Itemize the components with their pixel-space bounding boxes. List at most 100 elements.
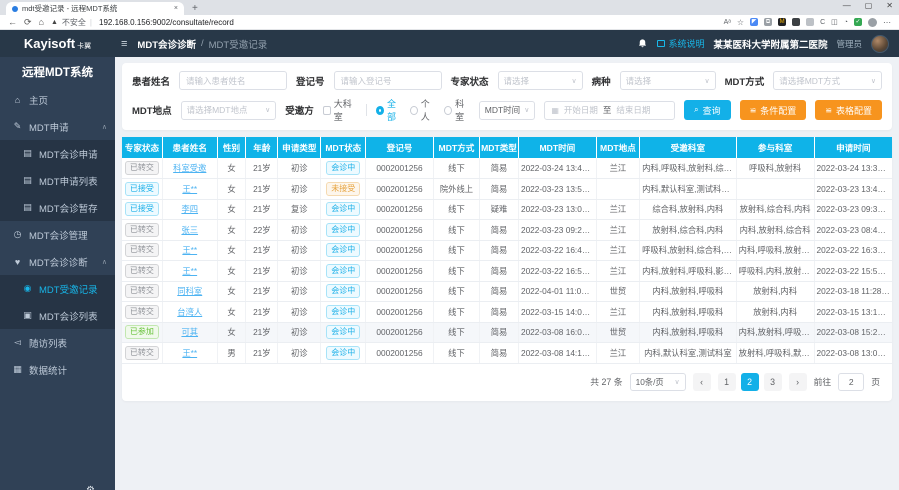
patient-name-link[interactable]: 同科室 [177,286,202,296]
browser-tab[interactable]: mdt受邀记录 - 远程MDT系统 × [6,2,184,15]
search-button[interactable]: ⌕查询 [684,100,731,120]
cell-reg-no: 0002001256 [366,302,434,323]
cell-expert-status: 已转交 [122,261,162,282]
cell-reg-no: 0002001256 [366,240,434,261]
cell-age: 21岁 [246,179,278,200]
patient-name-link[interactable]: 可其 [181,327,198,337]
sidebar-item[interactable]: ▣MDT会诊列表 [0,302,115,329]
bell-icon[interactable] [637,38,648,49]
reg-no-input[interactable] [334,71,442,90]
mdt-method-select[interactable]: 请选择MDT方式∨ [773,71,882,90]
cell-patient-name: 科室受邀 [162,158,217,179]
cell-gender: 女 [217,179,246,200]
sidebar-item[interactable]: ◅随访列表 [0,329,115,356]
security-badge[interactable]: ▲ 不安全 | [51,17,92,28]
cell-mdt-method: 线下 [433,158,479,179]
big-dept-checkbox[interactable]: 大科室 [323,97,357,123]
invitee-radio-group: 全部个人科室 [376,97,470,123]
cell-mdt-status: 会诊中 [321,302,366,323]
mdt-location-select[interactable]: 请选择MDT地点∨ [181,101,277,120]
cell-participating-depts: 呼吸科,放射科 [736,158,814,179]
next-page-button[interactable]: › [789,373,807,391]
table-config-button[interactable]: ≌表格配置 [815,100,882,120]
patient-name-input[interactable] [179,71,287,90]
tab-close-icon[interactable]: × [174,5,178,12]
close-button[interactable]: ✕ [886,1,893,10]
text-size-icon[interactable]: Aᵃ [724,19,731,26]
cell-patient-name: 王** [162,179,217,200]
refresh-icon[interactable]: C [820,19,825,26]
date-range-picker[interactable]: ▦ 开始日期 至 结束日期 [544,101,675,120]
sidebar-item[interactable]: ▤MDT会诊申请 [0,140,115,167]
browser-profile-avatar[interactable] [868,18,877,27]
user-role[interactable]: 管理员 [836,38,862,50]
sidebar-collapse-icon[interactable]: ≡ [121,38,127,50]
url-text[interactable]: 192.168.0.156:9002/consultate/record [99,18,717,27]
patient-name-link[interactable]: 王** [182,266,197,276]
patient-name-link[interactable]: 李四 [181,204,198,214]
cell-apply-type: 初诊 [278,220,321,241]
cell-expert-status: 已接受 [122,179,162,200]
split-screen-icon[interactable]: ◫ [831,18,838,26]
expert-status-select[interactable]: 请选择∨ [498,71,583,90]
time-type-select[interactable]: MDT时间∨ [479,101,536,120]
patient-name-link[interactable]: 台湾人 [177,307,202,317]
doc-icon: ▤ [22,148,33,159]
extension-icon-3[interactable]: M [778,18,786,26]
maximize-button[interactable]: ▢ [865,1,873,10]
sidebar-item[interactable]: ✎MDT申请∧ [0,113,115,140]
page-button-3[interactable]: 3 [764,373,782,391]
reload-icon[interactable]: ⟳ [24,17,32,28]
cell-mdt-method: 线下 [433,261,479,282]
column-header: 年龄 [246,137,278,158]
cell-mdt-type: 简易 [480,158,519,179]
sidebar-item[interactable]: ⌂主页 [0,86,115,113]
user-avatar[interactable] [871,35,889,53]
table-row: 已转交同科室女21岁初诊会诊中0002001256线下简易2022-04-01 … [122,281,892,302]
patient-name-link[interactable]: 张三 [181,225,198,235]
sidebar-item-label: MDT会诊诊断 [29,255,88,269]
column-header: MDT时间 [518,137,596,158]
extension-icon-4[interactable] [792,18,800,26]
warning-triangle-icon: ▲ [51,19,58,26]
system-help-link[interactable]: 系统说明 [657,37,704,50]
invitee-radio-全部[interactable]: 全部 [376,97,401,123]
goto-page-input[interactable] [838,373,864,391]
sidebar-item[interactable]: ◉MDT受邀记录 [0,275,115,302]
condition-config-button[interactable]: ≌条件配置 [740,100,807,120]
table-row: 已转交王**女21岁初诊会诊中0002001256线下简易2022-03-22 … [122,240,892,261]
patient-name-link[interactable]: 王** [182,184,197,194]
page-button-1[interactable]: 1 [718,373,736,391]
favorite-star-icon[interactable]: ☆ [737,18,744,27]
back-icon[interactable]: ← [8,17,17,27]
minimize-button[interactable]: — [843,1,851,10]
sidebar-item[interactable]: ▤MDT申请列表 [0,167,115,194]
column-header: MDT状态 [321,137,366,158]
patient-name-link[interactable]: 王** [182,245,197,255]
extension-icon-5[interactable] [806,18,814,26]
sidebar-item[interactable]: ▤MDT会诊暂存 [0,194,115,221]
extension-icon-1[interactable]: ◤ [750,18,758,26]
patient-name-link[interactable]: 科室受邀 [173,163,206,173]
patient-name-link[interactable]: 王** [182,348,197,358]
disease-select[interactable]: 请选择∨ [620,71,716,90]
monitor-icon [657,40,665,47]
page-size-select[interactable]: 10条/页∨ [630,373,686,391]
new-tab-button[interactable]: + [192,3,198,14]
home-icon[interactable]: ⌂ [39,17,44,27]
invitee-radio-科室[interactable]: 科室 [444,97,469,123]
sidebar-item[interactable]: ▦数据统计 [0,356,115,383]
browser-menu-icon[interactable]: ⋯ [883,18,891,27]
table-row: 已接受王**女21岁初诊未接受0002001256院外线上简易2022-03-2… [122,179,892,200]
extension-icon-6[interactable]: ◔ [844,19,848,26]
prev-page-button[interactable]: ‹ [693,373,711,391]
extension-icon-2[interactable]: ⧉ [764,18,772,26]
gear-icon[interactable]: ⚙ [86,485,95,490]
page-button-2[interactable]: 2 [741,373,759,391]
cell-participating-depts: 放射科,呼吸科,默认科室,测... [736,343,814,364]
sidebar-item[interactable]: ♥MDT会诊诊断∧ [0,248,115,275]
breadcrumb-section[interactable]: MDT会诊诊断 [137,37,196,51]
extension-icon-7[interactable]: ✓ [854,18,862,26]
sidebar-item[interactable]: ◷MDT会诊管理 [0,221,115,248]
invitee-radio-个人[interactable]: 个人 [410,97,435,123]
